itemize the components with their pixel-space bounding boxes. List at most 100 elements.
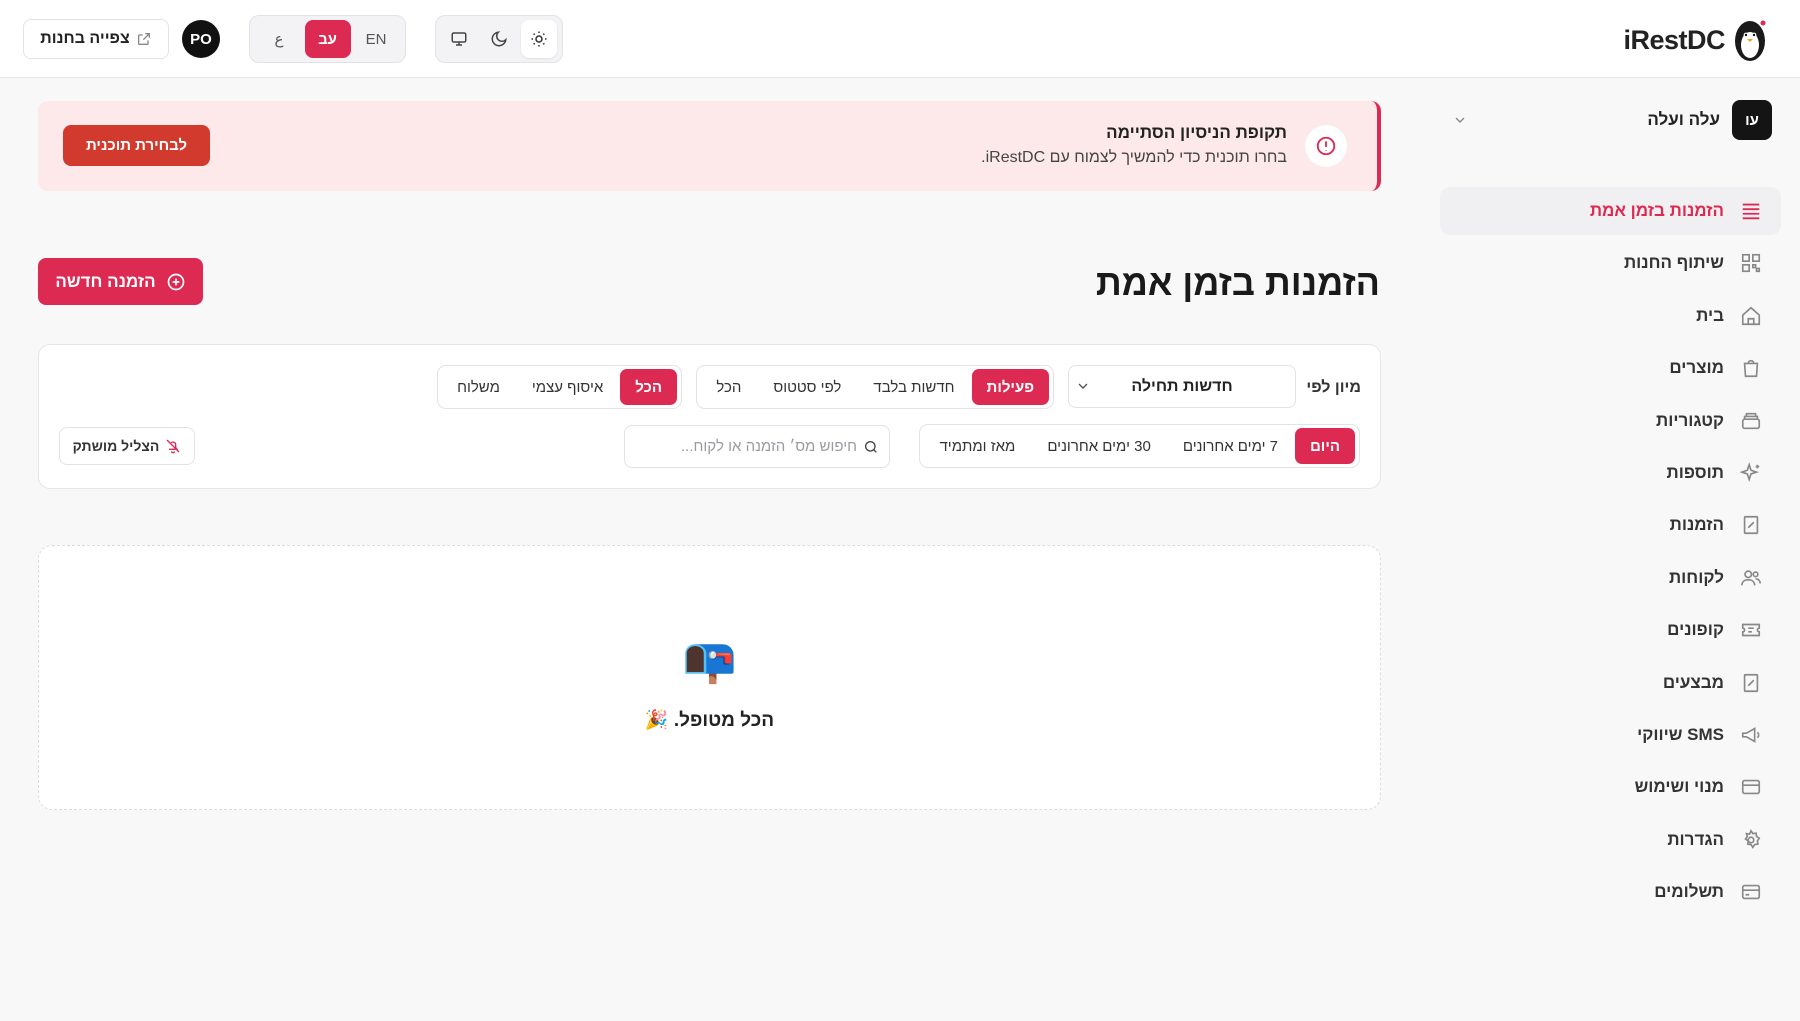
sidebar-item-payments[interactable]: תשלומים <box>1440 868 1781 916</box>
filters-panel: מיון לפי חדשות תחילה פעילות חדשות בלבד ל… <box>38 344 1381 489</box>
date-option-today[interactable]: היום <box>1295 428 1355 464</box>
fulfillment-option-all[interactable]: הכל <box>620 369 677 405</box>
lang-hebrew-button[interactable]: עב <box>304 20 351 58</box>
penguin-logo-icon <box>1735 20 1766 61</box>
gear-icon <box>1738 827 1764 853</box>
sidebar: עו עלה ועלה הזמנות בזמן אמת שיתוף החנות … <box>1440 79 1800 1021</box>
sidebar-item-categories[interactable]: קטגוריות <box>1440 397 1781 445</box>
sidebar-item-subscription[interactable]: מנוי ושימוש <box>1440 763 1781 811</box>
status-option-new-only[interactable]: חדשות בלבד <box>858 369 969 405</box>
layers-icon <box>1738 408 1764 434</box>
fulfillment-filter: הכל איסוף עצמי משלוח <box>437 365 682 409</box>
sort-select[interactable]: חדשות תחילה <box>1068 365 1296 408</box>
theme-dark-button[interactable] <box>481 20 517 58</box>
sparkles-icon <box>1738 460 1764 486</box>
sidebar-item-label: תוספות <box>1666 462 1724 482</box>
sidebar-item-label: SMS שיווקי <box>1637 724 1724 744</box>
lang-arabic-button[interactable]: ع <box>256 20 302 58</box>
sidebar-item-label: מוצרים <box>1669 358 1724 378</box>
page-title: הזמנות בזמן אמת <box>1095 262 1380 303</box>
empty-state-text: הכל מטופל. 🎉 <box>644 710 775 731</box>
sidebar-item-promotions[interactable]: מבצעים <box>1440 659 1781 707</box>
external-link-icon <box>137 33 150 45</box>
new-order-button[interactable]: הזמנה חדשה <box>38 258 203 305</box>
avatar[interactable]: PO <box>182 20 220 58</box>
date-option-all-time[interactable]: מאז ומתמיד <box>924 428 1030 464</box>
sidebar-item-label: לקוחות <box>1668 567 1724 587</box>
org-name: עלה ועלה <box>1647 110 1720 129</box>
percent-receipt-icon <box>1738 670 1764 696</box>
top-bar: iRestDC ع עב EN PO צפייה בחנות <box>0 0 1800 78</box>
chevron-down-icon <box>1455 117 1465 123</box>
plus-circle-icon <box>167 273 184 290</box>
moon-icon <box>491 31 507 47</box>
sound-muted-label: הצליל מושתק <box>72 438 160 454</box>
sidebar-item-label: שיתוף החנות <box>1623 253 1724 273</box>
status-option-by-status[interactable]: לפי סטטוס <box>758 369 856 405</box>
sidebar-item-label: מנוי ושימוש <box>1634 777 1724 797</box>
status-option-all[interactable]: הכל <box>701 369 756 405</box>
qr-code-icon <box>1738 250 1764 276</box>
credit-card-icon <box>1738 879 1764 905</box>
theme-light-button[interactable] <box>521 20 557 58</box>
chevron-down-icon <box>1078 383 1088 389</box>
choose-plan-button[interactable]: לבחירת תוכנית <box>63 125 210 166</box>
list-icon <box>1738 198 1764 224</box>
theme-system-button[interactable] <box>441 20 477 58</box>
status-option-active[interactable]: פעילות <box>971 369 1049 405</box>
org-switcher[interactable]: עו עלה ועלה <box>1452 99 1772 141</box>
sidebar-item-sms-marketing[interactable]: SMS שיווקי <box>1440 711 1781 759</box>
shopping-bag-icon <box>1738 355 1764 381</box>
sidebar-item-label: תשלומים <box>1654 882 1724 902</box>
banner-text: בחרו תוכנית כדי להמשיך לצמוח עם iRestDC. <box>981 149 1287 166</box>
card-icon <box>1738 774 1764 800</box>
home-icon <box>1738 303 1764 329</box>
users-icon <box>1738 565 1764 591</box>
monitor-icon <box>451 32 467 46</box>
sidebar-item-coupons[interactable]: קופונים <box>1440 606 1781 654</box>
sort-value: חדשות תחילה <box>1131 377 1233 395</box>
fulfillment-option-pickup[interactable]: איסוף עצמי <box>517 369 618 405</box>
fulfillment-option-delivery[interactable]: משלוח <box>442 369 515 405</box>
sidebar-item-label: הגדרות <box>1667 829 1724 849</box>
sidebar-item-share-store[interactable]: שיתוף החנות <box>1440 239 1781 287</box>
org-badge: עו <box>1732 100 1772 140</box>
status-filter: פעילות חדשות בלבד לפי סטטוס הכל <box>696 365 1054 409</box>
mailbox-icon: 📭 <box>682 635 737 686</box>
sidebar-item-products[interactable]: מוצרים <box>1440 344 1781 392</box>
sidebar-item-label: מבצעים <box>1662 672 1724 692</box>
trial-ended-banner: תקופת הניסיון הסתיימה בחרו תוכנית כדי לה… <box>38 101 1381 191</box>
sound-muted-button[interactable]: הצליל מושתק <box>59 427 195 465</box>
banner-title: תקופת הניסיון הסתיימה <box>1106 123 1287 142</box>
sun-icon <box>531 31 547 47</box>
ticket-icon <box>1738 617 1764 643</box>
date-option-30-days[interactable]: 30 ימים אחרונים <box>1032 428 1166 464</box>
sidebar-item-home[interactable]: בית <box>1440 292 1781 340</box>
view-store-button[interactable]: צפייה בחנות <box>23 19 169 59</box>
alert-circle-icon <box>1305 125 1347 167</box>
sidebar-nav: הזמנות בזמן אמת שיתוף החנות בית מוצרים ק… <box>1440 187 1781 920</box>
view-store-label: צפייה בחנות <box>40 30 130 47</box>
new-order-label: הזמנה חדשה <box>55 271 156 291</box>
sidebar-item-addons[interactable]: תוספות <box>1440 449 1781 497</box>
megaphone-icon <box>1738 722 1764 748</box>
sidebar-item-label: הזמנות <box>1669 515 1724 535</box>
lang-english-button[interactable]: EN <box>353 20 399 58</box>
sidebar-item-customers[interactable]: לקוחות <box>1440 554 1781 602</box>
sidebar-item-label: בית <box>1696 305 1724 325</box>
sidebar-item-label: קטגוריות <box>1656 410 1724 430</box>
search-icon <box>865 440 877 453</box>
sidebar-item-live-orders[interactable]: הזמנות בזמן אמת <box>1440 187 1781 235</box>
brand-logo[interactable]: iRestDC <box>1623 16 1767 64</box>
bell-off-icon <box>166 439 180 454</box>
sort-label: מיון לפי <box>1306 379 1361 396</box>
order-search <box>624 425 890 468</box>
search-input[interactable] <box>632 438 857 455</box>
orders-empty-state: 📭 הכל מטופל. 🎉 <box>38 545 1381 810</box>
date-option-7-days[interactable]: 7 ימים אחרונים <box>1168 428 1293 464</box>
brand-name: iRestDC <box>1623 24 1725 55</box>
sidebar-item-settings[interactable]: הגדרות <box>1440 816 1781 864</box>
sidebar-item-label: קופונים <box>1667 620 1724 640</box>
language-switcher: ع עב EN <box>249 15 406 63</box>
sidebar-item-orders[interactable]: הזמנות <box>1440 501 1781 549</box>
